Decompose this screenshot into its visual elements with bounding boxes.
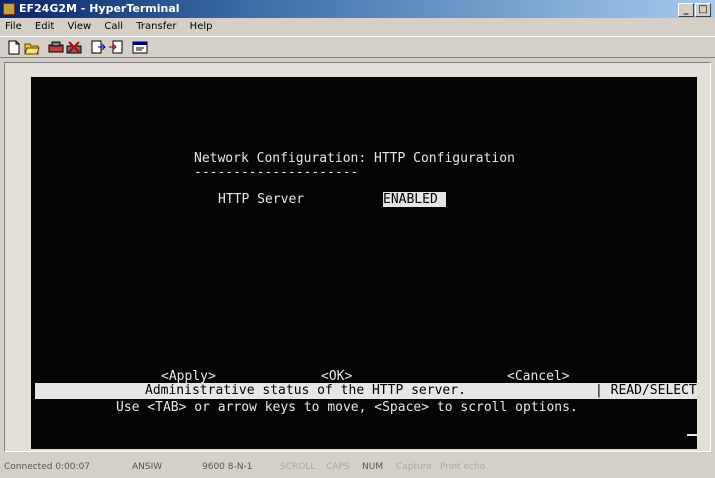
hyperterminal-app-icon (3, 3, 15, 15)
navigation-hint: Use <TAB> or arrow keys to move, <Space>… (116, 400, 578, 415)
status-emulation: ANSIW (132, 462, 163, 472)
menu-help[interactable]: Help (185, 19, 218, 34)
ok-button[interactable]: <OK> (321, 369, 352, 384)
help-text: Administrative status of the HTTP server… (145, 383, 466, 398)
menu-view[interactable]: View (62, 19, 96, 34)
terminal-screen[interactable]: Network Configuration: HTTP Configuratio… (31, 77, 697, 449)
send-icon[interactable] (90, 40, 106, 55)
receive-icon[interactable] (108, 40, 124, 55)
menu-call[interactable]: Call (99, 19, 128, 34)
cancel-button[interactable]: <Cancel> (507, 369, 570, 384)
status-caps: CAPS (326, 462, 350, 472)
menu-transfer[interactable]: Transfer (131, 19, 181, 34)
terminal-client-area: Network Configuration: HTTP Configuratio… (4, 62, 711, 452)
window-controls: _ □ (677, 2, 711, 17)
status-capture: Capture (396, 462, 432, 472)
http-server-label: HTTP Server : (218, 192, 391, 207)
minimize-button[interactable]: _ (678, 3, 694, 17)
open-icon[interactable] (24, 40, 40, 55)
window-titlebar[interactable]: EF24G2M - HyperTerminal _ □ (0, 0, 715, 18)
text-cursor (687, 434, 697, 436)
title-underline: --------------------- (194, 165, 359, 180)
menu-edit[interactable]: Edit (30, 19, 59, 34)
status-settings: 9600 8-N-1 (202, 462, 253, 472)
status-bar: Connected 0:00:07 ANSIW 9600 8-N-1 SCROL… (0, 456, 715, 478)
connect-icon[interactable] (48, 40, 64, 55)
new-icon[interactable] (6, 40, 22, 55)
status-scroll: SCROLL (280, 462, 316, 472)
properties-icon[interactable] (132, 40, 148, 55)
maximize-button[interactable]: □ (695, 3, 711, 17)
menu-file[interactable]: File (0, 19, 27, 34)
mode-indicator: | READ/SELECT (595, 383, 697, 398)
help-bar: Administrative status of the HTTP server… (35, 383, 697, 399)
toolbar (0, 36, 715, 58)
window-title: EF24G2M - HyperTerminal (19, 2, 180, 15)
status-num: NUM (362, 462, 384, 472)
disconnect-icon[interactable] (66, 40, 82, 55)
page-title: Network Configuration: HTTP Configuratio… (194, 151, 515, 166)
http-server-select[interactable]: ENABLED (383, 192, 446, 207)
apply-button[interactable]: <Apply> (161, 369, 216, 384)
menu-bar: File Edit View Call Transfer Help (0, 19, 715, 35)
status-connected: Connected 0:00:07 (4, 462, 91, 472)
status-print-echo: Print echo (440, 462, 486, 472)
